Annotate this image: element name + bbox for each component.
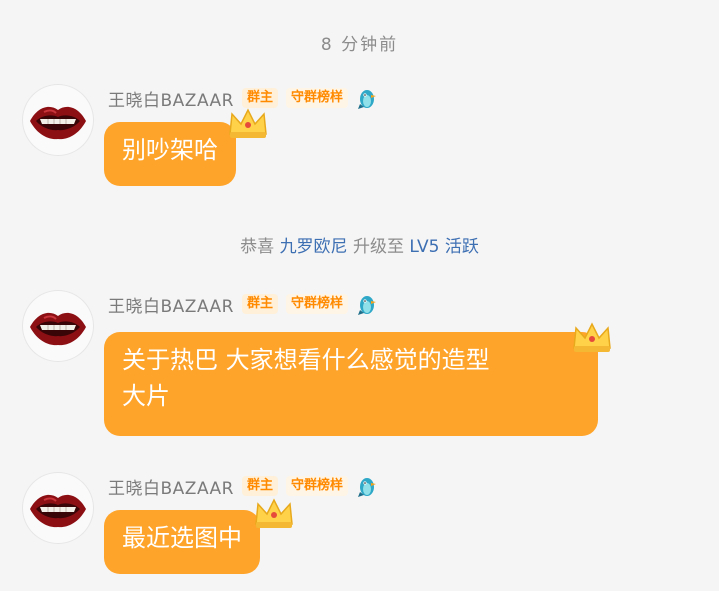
guard-badge: 守群榜样 xyxy=(286,476,349,496)
notice-level: LV5 活跃 xyxy=(409,237,479,257)
gold-crown-icon xyxy=(255,498,293,528)
sender-name[interactable]: 王晓白BAZAAR xyxy=(108,86,234,111)
notice-user-link[interactable]: 九罗欧尼 xyxy=(280,237,348,257)
message-text-line: 大片 xyxy=(122,382,170,410)
gold-crown-icon xyxy=(573,322,611,352)
blue-bird-icon xyxy=(358,90,377,109)
red-lips-avatar-icon xyxy=(30,106,86,140)
chat-bubble[interactable]: 关于热巴 大家想看什么感觉的造型 大片 xyxy=(104,332,598,436)
group-owner-badge: 群主 xyxy=(241,294,278,314)
message-text: 最近选图中 xyxy=(122,524,242,552)
chat-bubble[interactable]: 最近选图中 xyxy=(104,510,260,574)
red-lips-avatar-icon xyxy=(30,494,86,528)
avatar[interactable] xyxy=(22,84,94,156)
message-text: 别吵架哈 xyxy=(122,136,218,164)
blue-bird-icon xyxy=(358,478,377,497)
notice-prefix: 恭喜 xyxy=(240,237,275,257)
chat-bubble[interactable]: 别吵架哈 xyxy=(104,122,236,186)
guard-badge: 守群榜样 xyxy=(286,294,349,314)
sender-name[interactable]: 王晓白BAZAAR xyxy=(108,474,234,499)
message-text-line: 关于热巴 大家想看什么感觉的造型 xyxy=(122,346,490,374)
blue-bird-icon xyxy=(358,296,377,315)
system-notice: 恭喜 九罗欧尼 升级至 LV5 活跃 xyxy=(0,232,719,257)
group-owner-badge: 群主 xyxy=(241,88,278,108)
notice-middle: 升级至 xyxy=(352,237,404,257)
guard-badge: 守群榜样 xyxy=(286,88,349,108)
avatar[interactable] xyxy=(22,290,94,362)
sender-name[interactable]: 王晓白BAZAAR xyxy=(108,292,234,317)
red-lips-avatar-icon xyxy=(30,312,86,346)
avatar[interactable] xyxy=(22,472,94,544)
gold-crown-icon xyxy=(229,108,267,138)
message-timestamp: 8 分钟前 xyxy=(320,35,399,55)
group-owner-badge: 群主 xyxy=(241,476,278,496)
